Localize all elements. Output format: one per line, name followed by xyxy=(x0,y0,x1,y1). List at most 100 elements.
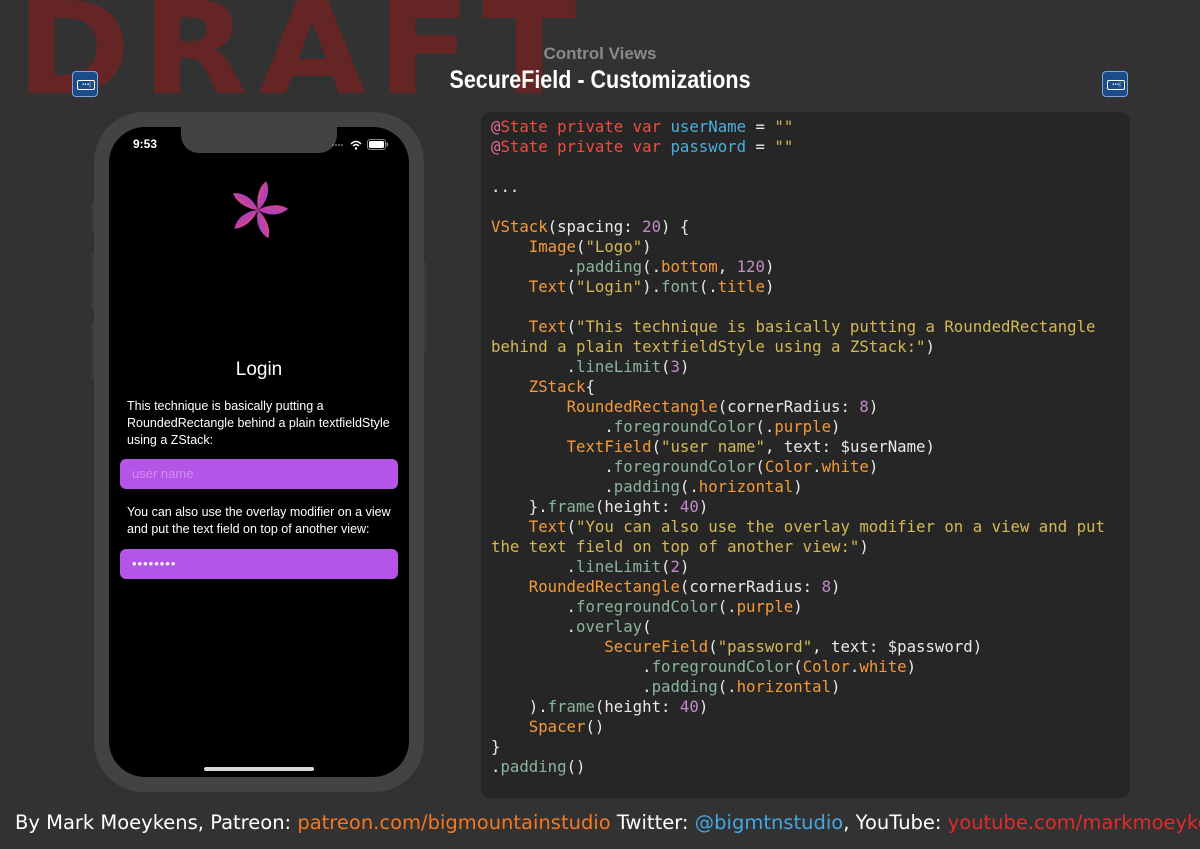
code-token: . xyxy=(491,457,614,476)
code-token: foregroundColor xyxy=(651,657,794,676)
code-line: .foregroundColor(.purple) xyxy=(491,597,803,617)
code-token: foregroundColor xyxy=(613,417,756,436)
code-line: .overlay( xyxy=(491,617,652,637)
code-token: ) xyxy=(764,257,775,276)
code-token: "Logo" xyxy=(585,237,643,256)
home-indicator xyxy=(204,767,314,771)
code-token: padding xyxy=(613,477,680,496)
code-token: 8 xyxy=(821,577,832,596)
code-token: the text field on top of another view:" xyxy=(491,537,860,556)
code-token: ( xyxy=(642,617,652,636)
field-dots: •••| xyxy=(1107,80,1125,90)
code-line: .lineLimit(3) xyxy=(491,357,690,377)
explanation-text-overlay: You can also use the overlay modifier on… xyxy=(127,505,391,536)
code-line: the text field on top of another view:") xyxy=(491,537,869,557)
code-token: font xyxy=(661,277,699,296)
status-time: 9:53 xyxy=(133,137,158,151)
patreon-link[interactable]: patreon.com/bigmountainstudio xyxy=(297,811,610,834)
code-token: 40 xyxy=(679,497,699,516)
code-token: white xyxy=(821,457,869,476)
code-token: ) { xyxy=(661,217,690,236)
code-token: ( xyxy=(651,437,662,456)
code-token: (. xyxy=(698,277,718,296)
code-token: ( xyxy=(793,657,803,676)
code-token: "" xyxy=(774,117,794,136)
code-token: ) xyxy=(698,697,709,716)
twitter-link[interactable]: @bigmtnstudio xyxy=(695,811,844,834)
code-token: ZStack xyxy=(528,377,586,396)
code-token: (height: xyxy=(594,697,680,716)
code-token: = xyxy=(746,117,775,136)
code-token: (spacing: xyxy=(547,217,643,236)
code-token: ) xyxy=(831,577,841,596)
code-line: Text("You can also use the overlay modif… xyxy=(491,517,1105,537)
code-token: = xyxy=(746,137,775,156)
code-token: ) xyxy=(868,457,879,476)
code-token: { xyxy=(585,377,595,396)
code-token: . xyxy=(491,417,614,436)
code-token: password xyxy=(670,137,747,156)
code-token: purple xyxy=(774,417,832,436)
code-token: SecureField xyxy=(604,637,709,656)
code-token: userName xyxy=(670,117,747,136)
code-token: (. xyxy=(679,477,699,496)
phone-screen: 9:53 Login This technique is basically p… xyxy=(109,127,409,777)
code-token: behind a plain textfieldStyle using a ZS… xyxy=(491,337,926,356)
code-token: bottom xyxy=(661,257,718,276)
youtube-link[interactable]: youtube.com/markmoeykens xyxy=(948,811,1200,834)
code-token: 2 xyxy=(670,557,680,576)
code-token: ) xyxy=(698,497,709,516)
code-token: "password" xyxy=(717,637,813,656)
side-button xyxy=(424,262,427,352)
explanation-text-zstack: This technique is basically putting a Ro… xyxy=(127,399,390,447)
code-token: TextField xyxy=(566,437,652,456)
code-token: . xyxy=(491,597,577,616)
code-token: white xyxy=(859,657,907,676)
code-token: ( xyxy=(755,457,765,476)
code-token: ) xyxy=(831,417,841,436)
phone-mockup: 9:53 Login This technique is basically p… xyxy=(91,112,427,792)
code-token: 120 xyxy=(736,257,765,276)
code-panel: @State private var userName = "" @State p… xyxy=(481,112,1130,798)
code-token: (. xyxy=(642,257,662,276)
code-token: Image xyxy=(528,237,577,256)
code-token: Text xyxy=(528,277,567,296)
username-field[interactable]: user name xyxy=(120,459,398,489)
code-token: 8 xyxy=(859,397,869,416)
securefield-icon: •••| xyxy=(72,71,98,97)
code-line: .foregroundColor(.purple) xyxy=(491,417,840,437)
code-token: ) xyxy=(679,357,690,376)
code-token: frame xyxy=(547,497,595,516)
code-token: , text: $password) xyxy=(812,637,983,656)
notch xyxy=(181,127,337,153)
code-token: . xyxy=(491,657,652,676)
code-token: horizontal xyxy=(736,677,832,696)
code-token: () xyxy=(585,717,605,736)
code-token: ... xyxy=(491,177,520,196)
code-token: Spacer xyxy=(528,717,586,736)
code-token: RoundedRectangle xyxy=(528,577,680,596)
code-token: padding xyxy=(651,677,718,696)
wifi-icon xyxy=(350,140,362,150)
code-token: State private var xyxy=(500,117,671,136)
code-token: (cornerRadius: xyxy=(679,577,822,596)
code-token: VStack xyxy=(491,217,548,236)
code-token: . xyxy=(491,677,652,696)
code-token: Text xyxy=(528,517,567,536)
code-token: ) xyxy=(925,337,935,356)
code-token: "Login" xyxy=(576,277,643,296)
code-token: . xyxy=(491,357,577,376)
code-token: "" xyxy=(774,137,794,156)
code-line: Text("Login").font(.title) xyxy=(491,277,775,297)
password-field[interactable]: •••••••• xyxy=(120,549,398,579)
code-token: padding xyxy=(576,257,643,276)
code-token: (height: xyxy=(594,497,680,516)
code-token: (cornerRadius: xyxy=(717,397,860,416)
code-token: Color xyxy=(764,457,813,476)
